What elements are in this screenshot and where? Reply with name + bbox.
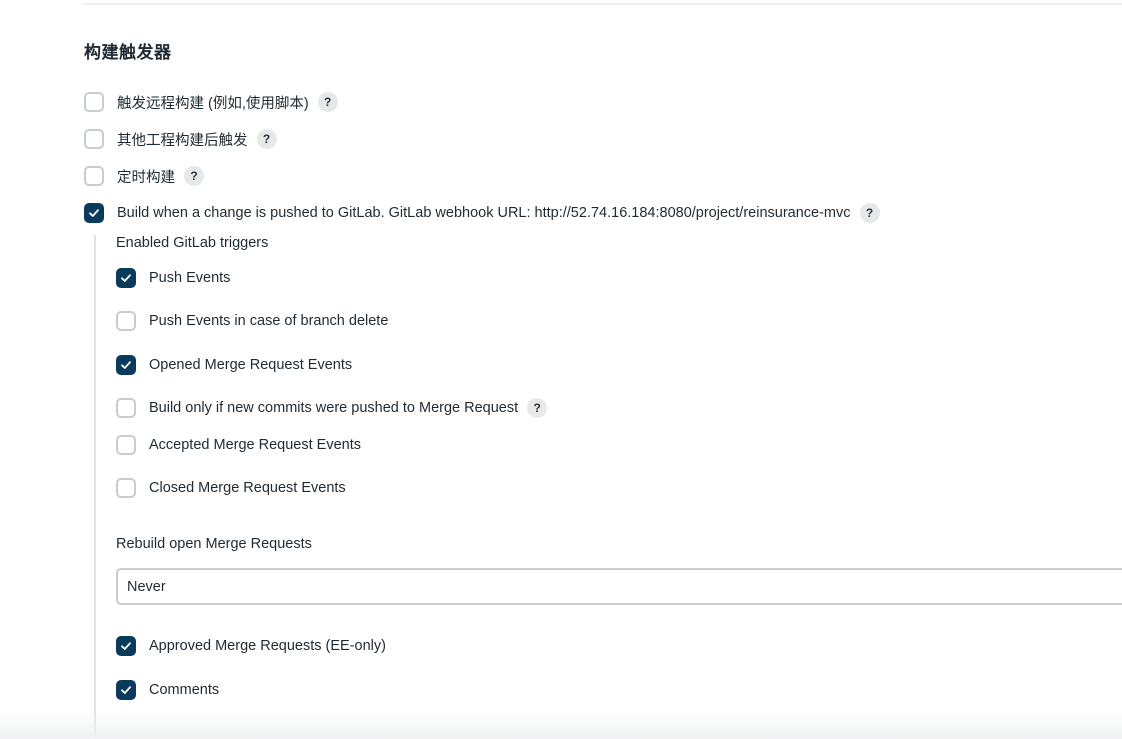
trigger-gitlab-push-checkbox[interactable] <box>84 203 104 223</box>
option-comments-checkbox[interactable] <box>116 680 136 700</box>
help-icon[interactable]: ? <box>527 398 548 418</box>
bottom-fade <box>0 709 1122 739</box>
trigger-periodic-build[interactable]: 定时构建 ? <box>84 165 204 187</box>
option-push-branch-delete-label: Push Events in case of branch delete <box>149 313 389 329</box>
option-accepted-mr-events[interactable]: Accepted Merge Request Events <box>116 434 361 456</box>
rebuild-open-mr-selected-value: Never <box>127 578 166 595</box>
checkmark-icon <box>121 642 131 650</box>
section-title: 构建触发器 <box>84 43 172 62</box>
trigger-periodic-build-label: 定时构建 <box>117 169 175 186</box>
option-build-only-new-commits[interactable]: Build only if new commits were pushed to… <box>116 397 548 419</box>
option-comments[interactable]: Comments <box>116 679 219 701</box>
trigger-after-other-projects-label: 其他工程构建后触发 <box>117 132 248 149</box>
enabled-gitlab-triggers-label: Enabled GitLab triggers <box>116 235 269 251</box>
option-build-only-new-commits-label: Build only if new commits were pushed to… <box>149 400 519 416</box>
trigger-gitlab-push-label: Build when a change is pushed to GitLab.… <box>117 205 851 221</box>
option-accepted-mr-events-checkbox[interactable] <box>116 435 136 455</box>
option-push-branch-delete[interactable]: Push Events in case of branch delete <box>116 310 388 332</box>
option-approved-mr-label: Approved Merge Requests (EE-only) <box>149 638 386 654</box>
option-closed-mr-events-label: Closed Merge Request Events <box>149 480 346 496</box>
option-accepted-mr-events-label: Accepted Merge Request Events <box>149 437 361 453</box>
rebuild-open-mr-select[interactable]: Never <box>116 568 1122 605</box>
option-push-events-label: Push Events <box>149 270 231 286</box>
option-comments-label: Comments <box>149 682 220 698</box>
trigger-remote-build-checkbox[interactable] <box>84 92 104 112</box>
nested-section-bar <box>94 235 96 739</box>
option-approved-mr-checkbox[interactable] <box>116 636 136 656</box>
option-opened-mr-events-checkbox[interactable] <box>116 355 136 375</box>
checkmark-icon <box>121 361 131 369</box>
trigger-after-other-projects[interactable]: 其他工程构建后触发 ? <box>84 128 277 150</box>
build-triggers-page: 构建触发器 触发远程构建 (例如,使用脚本) ? 其他工程构建后触发 ? 定时构… <box>0 0 1122 739</box>
option-opened-mr-events-label: Opened Merge Request Events <box>149 357 353 373</box>
trigger-remote-build-label: 触发远程构建 (例如,使用脚本) <box>117 95 309 112</box>
option-opened-mr-events[interactable]: Opened Merge Request Events <box>116 354 352 376</box>
option-push-events[interactable]: Push Events <box>116 267 230 289</box>
trigger-gitlab-push[interactable]: Build when a change is pushed to GitLab.… <box>84 202 880 224</box>
help-icon[interactable]: ? <box>859 203 880 223</box>
help-icon[interactable]: ? <box>317 92 338 112</box>
trigger-remote-build[interactable]: 触发远程构建 (例如,使用脚本) ? <box>84 91 338 113</box>
section-divider <box>84 3 1122 5</box>
rebuild-open-mr-label: Rebuild open Merge Requests <box>116 536 312 552</box>
checkmark-icon <box>89 209 99 217</box>
option-push-branch-delete-checkbox[interactable] <box>116 311 136 331</box>
option-closed-mr-events[interactable]: Closed Merge Request Events <box>116 477 346 499</box>
trigger-periodic-build-checkbox[interactable] <box>84 166 104 186</box>
help-icon[interactable]: ? <box>256 129 277 149</box>
help-icon[interactable]: ? <box>184 166 204 186</box>
option-approved-mr[interactable]: Approved Merge Requests (EE-only) <box>116 635 386 657</box>
option-build-only-new-commits-checkbox[interactable] <box>116 398 136 418</box>
option-closed-mr-events-checkbox[interactable] <box>116 478 136 498</box>
checkmark-icon <box>121 274 131 282</box>
trigger-after-other-projects-checkbox[interactable] <box>84 129 104 149</box>
option-push-events-checkbox[interactable] <box>116 268 136 288</box>
checkmark-icon <box>121 686 131 694</box>
